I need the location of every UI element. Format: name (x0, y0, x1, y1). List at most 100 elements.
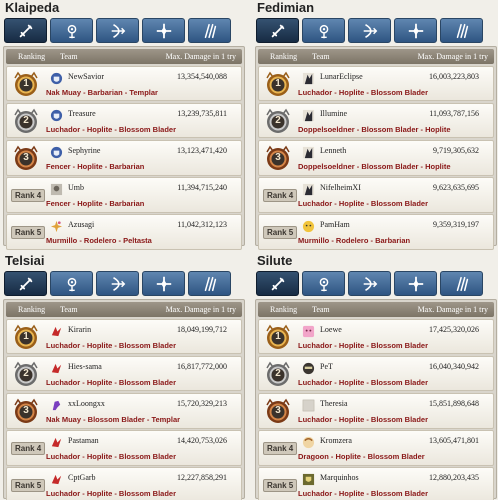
class-tab[interactable] (348, 18, 391, 43)
table-row[interactable]: 3 Lenneth 9,719,305,632 Doppelsoeldner - Bl… (258, 139, 494, 176)
max-damage: 13,605,471,801 (429, 436, 479, 446)
dark-figure-avatar (302, 109, 315, 122)
table-header: Ranking Team Max. Damage in 1 try (258, 49, 494, 64)
gold-medal-icon: 1 (12, 323, 40, 351)
table-row[interactable]: Rank 5 PamHam 9,359,319,197 Murmillo - Rode… (258, 214, 494, 250)
team-name[interactable]: Kromzera (320, 436, 352, 445)
class-tab[interactable] (96, 271, 139, 296)
max-damage: 9,359,319,197 (433, 220, 479, 230)
table-row[interactable]: Rank 4 Pastaman 14,420,753,026 Luchador - H… (6, 430, 242, 466)
cleric-icon (407, 22, 425, 40)
table-row[interactable]: 3 Sephyrine 13,123,471,420 Fencer - Hoplite… (6, 139, 242, 176)
ranking-panel: Fedimian Ranking Team Max. Damage in 1 try 1… (252, 0, 497, 250)
table-row[interactable]: 2 PeT 16,040,340,942 Luchador - Hoplite - B… (258, 355, 494, 392)
wizard-icon (63, 22, 81, 40)
table-row[interactable]: 1 NewSavior 13,354,540,088 Nak Muay - Barba… (6, 65, 242, 102)
team-name[interactable]: Umb (68, 183, 84, 192)
team-name[interactable]: NifelheimXI (320, 183, 361, 192)
class-tab[interactable] (394, 271, 437, 296)
max-damage: 11,394,715,240 (177, 183, 227, 193)
team-name[interactable]: PamHam (320, 220, 350, 229)
team-name[interactable]: Azusagi (68, 220, 94, 229)
column-header-team: Team (312, 305, 330, 314)
table-row[interactable]: Rank 5 CptGarb 12,227,858,291 Luchador - Ho… (6, 467, 242, 500)
max-damage: 13,239,735,811 (177, 108, 227, 118)
table-row[interactable]: Rank 4 Umb 11,394,715,240 Fencer - Hoplite … (6, 177, 242, 213)
blank-avatar (302, 399, 315, 412)
table-row[interactable]: Rank 4 Kromzera 13,605,471,801 Dragoon - Ho… (258, 430, 494, 466)
rank-label: Rank 5 (263, 226, 298, 240)
class-tab[interactable] (188, 18, 231, 43)
team-name[interactable]: xxLoongxx (68, 399, 105, 408)
class-tab[interactable] (256, 271, 299, 296)
team-name[interactable]: CptGarb (68, 473, 96, 482)
max-damage: 9,623,635,695 (433, 183, 479, 193)
dark-figure-avatar (302, 72, 315, 85)
class-tab[interactable] (302, 18, 345, 43)
sparkle-avatar (50, 220, 63, 233)
silver-medal-icon: 2 (264, 107, 292, 135)
team-classes: Dragoon - Hoplite - Blossom Blader (298, 452, 425, 462)
bronze-medal-icon: 3 (12, 397, 40, 425)
table-header: Ranking Team Max. Damage in 1 try (6, 302, 242, 317)
class-tab[interactable] (142, 18, 185, 43)
team-classes: Luchador - Hoplite - Blossom Blader (298, 377, 429, 387)
team-name[interactable]: Sephyrine (68, 146, 100, 155)
table-row[interactable]: 2 Treasure 13,239,735,811 Luchador - Hoplit… (6, 102, 242, 139)
team-name[interactable]: Kirarin (68, 325, 91, 334)
medal-rank-number: 1 (275, 330, 281, 342)
class-tab[interactable] (302, 271, 345, 296)
team-name[interactable]: NewSavior (68, 72, 104, 81)
team-name[interactable]: Marquinhos (320, 473, 359, 482)
table-row[interactable]: Rank 4 NifelheimXI 9,623,635,695 Luchador -… (258, 177, 494, 213)
team-name[interactable]: Theresia (320, 399, 348, 408)
rank-label: Rank 5 (11, 479, 46, 493)
team-name[interactable]: Lenneth (320, 146, 346, 155)
class-tab[interactable] (440, 18, 483, 43)
archer-icon (361, 275, 379, 293)
rank-label: Rank 4 (11, 442, 46, 456)
column-header-ranking: Ranking (270, 52, 298, 61)
table-row[interactable]: 2 Illumine 11,093,787,156 Doppelsoeldner - … (258, 102, 494, 139)
team-name[interactable]: Treasure (68, 109, 96, 118)
pale-face-avatar (302, 436, 315, 449)
table-row[interactable]: 1 LunarEclipse 16,003,223,803 Luchador - Ho… (258, 65, 494, 102)
class-tab[interactable] (394, 18, 437, 43)
team-name[interactable]: Illumine (320, 109, 347, 118)
class-tab[interactable] (4, 18, 47, 43)
ranking-board: Ranking Team Max. Damage in 1 try 1 Kirarin 1… (3, 299, 245, 500)
table-row[interactable]: Rank 5 Marquinhos 12,880,203,435 Luchador -… (258, 467, 494, 500)
table-row[interactable]: Rank 5 Azusagi 11,042,312,123 Murmillo - Ro… (6, 214, 242, 250)
table-row[interactable]: 2 Hies-sama 16,817,772,000 Luchador - Hopli… (6, 355, 242, 392)
class-tab[interactable] (440, 271, 483, 296)
dark-mask-avatar (302, 362, 315, 375)
class-tab[interactable] (50, 271, 93, 296)
class-tab[interactable] (188, 271, 231, 296)
class-tab[interactable] (142, 271, 185, 296)
class-tab[interactable] (50, 18, 93, 43)
class-tab[interactable] (256, 18, 299, 43)
team-name[interactable]: PeT (320, 362, 333, 371)
max-damage: 18,049,199,712 (177, 324, 227, 334)
team-name[interactable]: Hies-sama (68, 362, 102, 371)
rank-label: Rank 4 (263, 442, 298, 456)
table-row[interactable]: 1 Kirarin 18,049,199,712 Luchador - Hoplite… (6, 318, 242, 355)
table-row[interactable]: 3 Theresia 15,851,898,648 Luchador - Hoplit… (258, 392, 494, 429)
column-header-ranking: Ranking (18, 52, 46, 61)
scout-icon (453, 22, 471, 40)
class-tab[interactable] (96, 18, 139, 43)
team-classes: Luchador - Hoplite - Blossom Blader (298, 489, 429, 499)
class-tab[interactable] (4, 271, 47, 296)
table-row[interactable]: 1 Loewe 17,425,320,026 Luchador - Hoplite -… (258, 318, 494, 355)
class-tab[interactable] (348, 271, 391, 296)
team-name[interactable]: LunarEclipse (320, 72, 363, 81)
swordsman-icon (269, 275, 287, 293)
table-row[interactable]: 3 xxLoongxx 15,720,329,213 Nak Muay - Bloss… (6, 392, 242, 429)
column-header-damage: Max. Damage in 1 try (417, 52, 488, 61)
team-name[interactable]: Loewe (320, 325, 342, 334)
team-name[interactable]: Pastaman (68, 436, 99, 445)
blue-crest-avatar (50, 109, 63, 122)
team-classes: Luchador - Hoplite - Blossom Blader (46, 489, 177, 499)
silver-medal-icon: 2 (264, 360, 292, 388)
medal-rank-number: 3 (275, 151, 281, 163)
